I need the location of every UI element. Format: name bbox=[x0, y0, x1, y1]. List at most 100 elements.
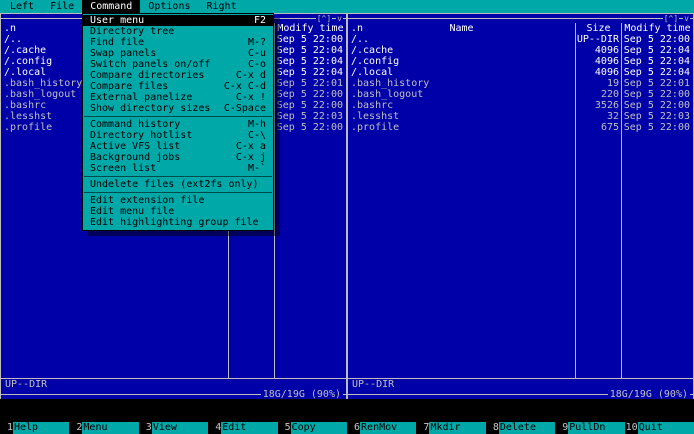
menu-item-command-history[interactable]: Command history M-h bbox=[83, 119, 273, 130]
menu-item-switch-panels-on-off[interactable]: Switch panels on/off C-o bbox=[83, 59, 273, 70]
file-size: UP--DIR bbox=[576, 34, 619, 45]
menu-item-label: User menu bbox=[90, 15, 145, 26]
menu-item-shortcut: M-h bbox=[247, 119, 266, 130]
menu-separator bbox=[84, 116, 272, 117]
menu-item-directory-tree[interactable]: Directory tree bbox=[83, 26, 273, 37]
fkey-label: Copy bbox=[290, 422, 348, 434]
frame-line bbox=[348, 394, 608, 395]
fkey-menu-button[interactable]: 2 Menu bbox=[69, 422, 139, 434]
file-size: 4096 bbox=[594, 67, 619, 78]
file-size: 32 bbox=[606, 111, 619, 122]
fkey-edit-button[interactable]: 4 Edit bbox=[208, 422, 278, 434]
menu-item-directory-hotlist[interactable]: Directory hotlist C-\ bbox=[83, 130, 273, 141]
menu-item-show-directory-sizes[interactable]: Show directory sizes C-Space bbox=[83, 103, 273, 114]
column-header-mtime[interactable]: Modify time bbox=[621, 23, 693, 34]
file-mtime: Sep 5 22:00 bbox=[276, 89, 343, 100]
file-mtime: Sep 5 22:01 bbox=[276, 78, 343, 89]
menu-item-screen-list[interactable]: Screen list M-` bbox=[83, 163, 273, 174]
fkey-label: PullDn bbox=[568, 422, 625, 434]
menu-item-shortcut: F2 bbox=[253, 15, 266, 26]
menu-item-label: External panelize bbox=[90, 92, 193, 103]
file-mtime: Sep 5 22:04 bbox=[276, 67, 343, 78]
file-mtime: Sep 5 22:00 bbox=[276, 122, 343, 133]
column-header-name[interactable]: .n Name bbox=[348, 23, 575, 34]
menu-item-user-menu[interactable]: User menu F2 bbox=[83, 15, 273, 26]
menu-item-label: Show directory sizes bbox=[90, 103, 211, 114]
file-row[interactable]: /.. UP--DIR Sep 5 22:00 bbox=[348, 34, 693, 45]
file-mtime: Sep 5 22:00 bbox=[276, 34, 343, 45]
frame-line bbox=[1, 394, 261, 395]
panel-history-button[interactable]: v bbox=[683, 14, 690, 23]
menubar-item-command[interactable]: Command bbox=[82, 0, 141, 13]
menu-item-label: Edit extension file bbox=[90, 195, 205, 206]
menubar-item-options[interactable]: Options bbox=[140, 0, 198, 13]
file-mtime: Sep 5 22:03 bbox=[623, 111, 690, 122]
file-row[interactable]: .lesshst 32 Sep 5 22:03 bbox=[348, 111, 693, 122]
menubar-item-left[interactable]: Left bbox=[2, 0, 42, 13]
fkey-label: Delete bbox=[498, 422, 556, 434]
hint-bar: Hint: Want your plain shell? Press C-o, … bbox=[0, 399, 694, 411]
fkey-label: Edit bbox=[221, 422, 278, 434]
file-row[interactable]: /.config 4096 Sep 5 22:04 bbox=[348, 56, 693, 67]
menu-item-shortcut: C-x ! bbox=[235, 92, 266, 103]
panel-up-button[interactable]: [^] bbox=[316, 14, 332, 23]
menu-separator bbox=[84, 192, 272, 193]
file-row[interactable]: .bashrc 3526 Sep 5 22:00 bbox=[348, 100, 693, 111]
file-row[interactable]: .bash_history 19 Sep 5 22:01 bbox=[348, 78, 693, 89]
panel-history-button[interactable]: v bbox=[336, 14, 343, 23]
menu-item-edit-menu-file[interactable]: Edit menu file bbox=[83, 206, 273, 217]
menu-item-edit-extension-file[interactable]: Edit extension file bbox=[83, 195, 273, 206]
menubar-item-file[interactable]: File bbox=[42, 0, 82, 13]
menu-item-active-vfs-list[interactable]: Active VFS list C-x a bbox=[83, 141, 273, 152]
shell-prompt[interactable]: midnight@commander:~$ bbox=[0, 411, 694, 433]
column-header-size[interactable]: Size bbox=[575, 23, 621, 34]
file-size: 3526 bbox=[594, 100, 619, 111]
file-mtime: Sep 5 22:00 bbox=[623, 122, 690, 133]
fkey-help-button[interactable]: 1 Help bbox=[0, 422, 70, 434]
menu-item-swap-panels[interactable]: Swap panels C-u bbox=[83, 48, 273, 59]
fkey-renmov-button[interactable]: 6 RenMov bbox=[347, 422, 417, 434]
panel-up-button[interactable]: [^] bbox=[663, 14, 679, 23]
file-name: .bash_history bbox=[351, 78, 430, 89]
menubar-item-right[interactable]: Right bbox=[199, 0, 245, 13]
fkey-view-button[interactable]: 3 View bbox=[139, 422, 209, 434]
menu-item-find-file[interactable]: Find file M-? bbox=[83, 37, 273, 48]
fkey-delete-button[interactable]: 8 Delete bbox=[486, 422, 556, 434]
menu-item-label: Compare files bbox=[90, 81, 169, 92]
fkey-quit-button[interactable]: 10 Quit bbox=[625, 422, 694, 434]
fkey-label: RenMov bbox=[360, 422, 417, 434]
column-header-mtime[interactable]: Modify time bbox=[274, 23, 346, 34]
fkey-pulldn-button[interactable]: 9 PullDn bbox=[555, 422, 625, 434]
fkey-number: 10 bbox=[625, 422, 638, 433]
column-divider bbox=[621, 34, 622, 378]
file-row[interactable]: .bash_logout 220 Sep 5 22:00 bbox=[348, 89, 693, 100]
menu-item-compare-directories[interactable]: Compare directories C-x d bbox=[83, 70, 273, 81]
file-size: 220 bbox=[600, 89, 619, 100]
file-row[interactable]: /.cache 4096 Sep 5 22:04 bbox=[348, 45, 693, 56]
menu-item-external-panelize[interactable]: External panelize C-x ! bbox=[83, 92, 273, 103]
free-space-indicator: 18G/19G (90%) bbox=[262, 389, 341, 400]
menu-item-background-jobs[interactable]: Background jobs C-x j bbox=[83, 152, 273, 163]
column-divider bbox=[575, 34, 576, 378]
sort-indicator: .n bbox=[351, 23, 364, 34]
file-size: 19 bbox=[606, 78, 619, 89]
menu-item-edit-highlighting-group-file[interactable]: Edit highlighting group file bbox=[83, 217, 273, 228]
menu-item-shortcut: M-` bbox=[247, 163, 266, 174]
menu-item-compare-files[interactable]: Compare files C-x C-d bbox=[83, 81, 273, 92]
fkey-label: View bbox=[151, 422, 209, 434]
fkey-label: Mkdir bbox=[429, 422, 486, 434]
menu-item-label: Edit menu file bbox=[90, 206, 175, 217]
fkey-label: Menu bbox=[82, 422, 139, 434]
fkey-copy-button[interactable]: 5 Copy bbox=[278, 422, 348, 434]
menu-item-undelete-files[interactable]: Undelete files (ext2fs only) bbox=[83, 179, 273, 190]
file-mtime: Sep 5 22:00 bbox=[623, 100, 690, 111]
file-name: /.local bbox=[351, 67, 394, 78]
menu-item-label: Directory tree bbox=[90, 26, 175, 37]
file-row[interactable]: /.local 4096 Sep 5 22:04 bbox=[348, 67, 693, 78]
frame-line bbox=[343, 394, 346, 395]
frame-line bbox=[343, 18, 346, 19]
menu-item-shortcut: M-? bbox=[247, 37, 266, 48]
file-row[interactable]: .profile 675 Sep 5 22:00 bbox=[348, 122, 693, 133]
fkey-mkdir-button[interactable]: 7 Mkdir bbox=[416, 422, 486, 434]
menu-item-label: Edit highlighting group file bbox=[90, 217, 259, 228]
